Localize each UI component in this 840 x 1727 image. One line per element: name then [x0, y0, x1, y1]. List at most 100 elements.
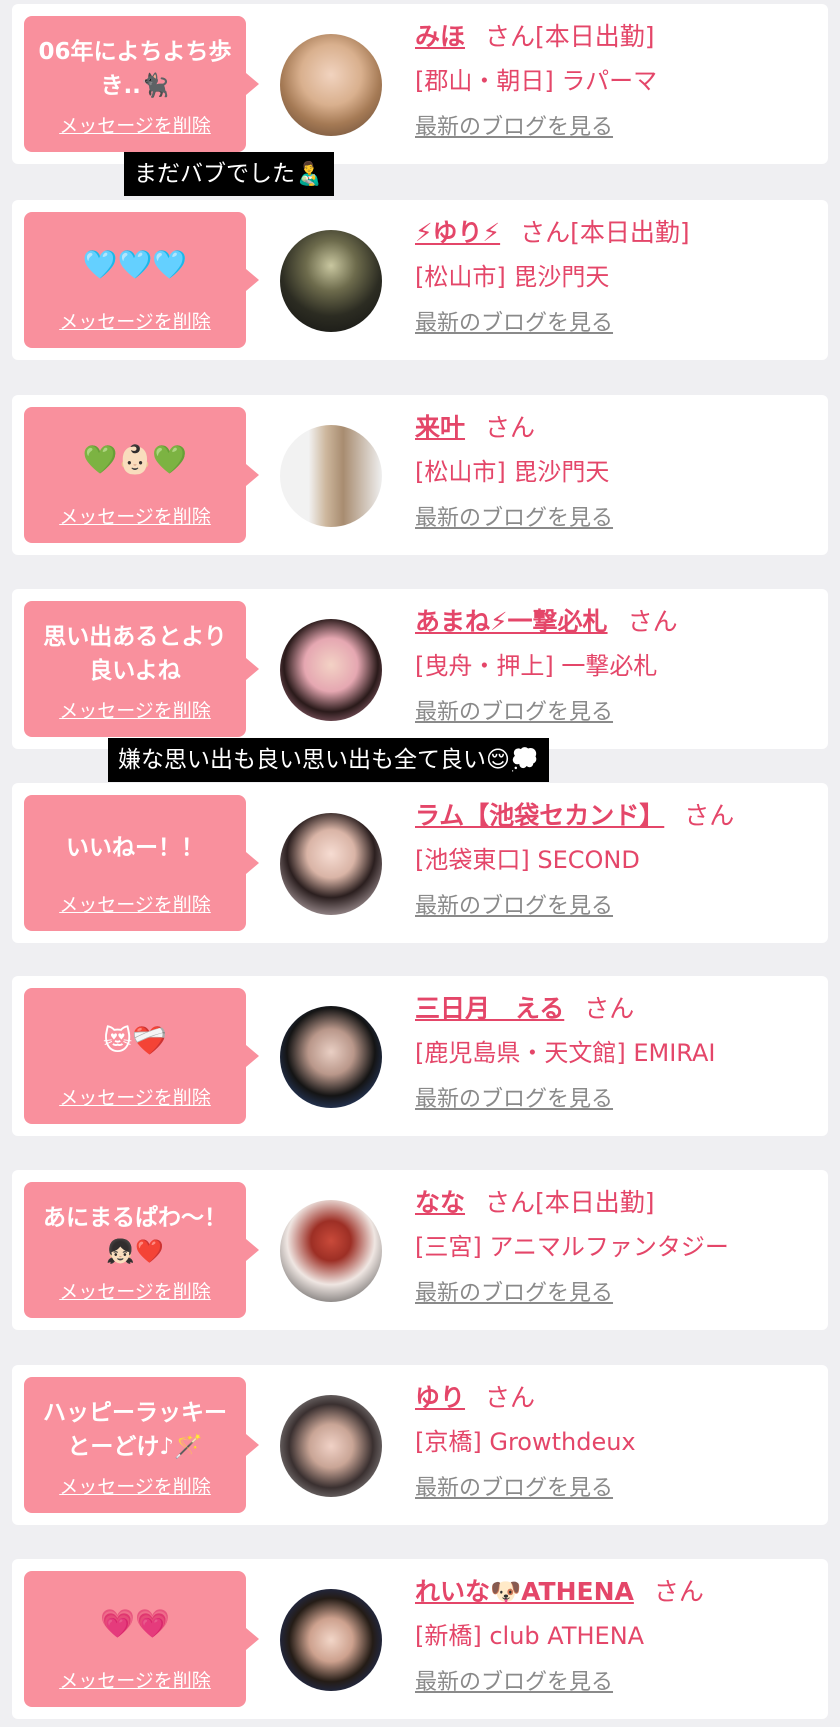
delete-message-link[interactable]: メッセージを削除	[24, 1472, 246, 1499]
shop-label: [三宮] アニマルファンタジー	[415, 1233, 729, 1261]
profile-info: ゆり さん [京橋] Growthdeux 最新のブログを見る	[415, 1379, 825, 1505]
delete-message-link[interactable]: メッセージを削除	[24, 1277, 246, 1304]
caption-overlay: 嫌な思い出も良い思い出も全て良い😌💭	[108, 738, 549, 782]
profile-info: れいな🐶ATHENA さん [新橋] club ATHENA 最新のブログを見る	[415, 1573, 825, 1699]
shop-label: [松山市] 毘沙門天	[415, 458, 610, 486]
name-line: 来叶 さん	[415, 409, 825, 447]
profile-info: ⚡ゆり⚡ さん[本日出勤] [松山市] 毘沙門天 最新のブログを見る	[415, 214, 825, 340]
profile-info: あまね⚡一撃必札 さん [曳舟・押上] 一撃必札 最新のブログを見る	[415, 603, 825, 729]
message-text: ハッピーラッキーとーどけ♪🪄	[43, 1400, 227, 1460]
latest-blog-link[interactable]: 最新のブログを見る	[415, 1084, 613, 1116]
message-bubble: あにまるぱわ〜！👧🏻❤️ メッセージを削除	[24, 1182, 259, 1318]
shop-label: [池袋東口] SECOND	[415, 846, 640, 874]
message-bubble: 💗💗 メッセージを削除	[24, 1571, 259, 1707]
message-bubble: 思い出あるとより良いよね メッセージを削除	[24, 601, 259, 737]
avatar[interactable]	[280, 425, 382, 527]
profile-info: みほ さん[本日出勤] [郡山・朝日] ラパーマ 最新のブログを見る	[415, 18, 825, 144]
san-suffix: さん	[485, 1188, 536, 1217]
latest-blog-link[interactable]: 最新のブログを見る	[415, 1667, 613, 1699]
delete-message-link[interactable]: メッセージを削除	[24, 1083, 246, 1110]
delete-message-link[interactable]: メッセージを削除	[24, 696, 246, 723]
profile-info: 三日月 える さん [鹿児島県・天文館] EMIRAI 最新のブログを見る	[415, 990, 825, 1116]
message-card: 思い出あるとより良いよね メッセージを削除 あまね⚡一撃必札 さん [曳舟・押上]…	[12, 589, 828, 749]
avatar[interactable]	[280, 1006, 382, 1108]
profile-name-link[interactable]: れいな🐶ATHENA	[415, 1577, 634, 1606]
message-card: 💗💗 メッセージを削除 れいな🐶ATHENA さん [新橋] club ATHEN…	[12, 1559, 828, 1719]
message-text: 💚👶🏻💚	[82, 443, 188, 476]
san-suffix: さん	[653, 1577, 704, 1606]
profile-name-link[interactable]: あまね⚡一撃必札	[415, 607, 608, 636]
latest-blog-link[interactable]: 最新のブログを見る	[415, 308, 613, 340]
profile-info: ラム【池袋セカンド】 さん [池袋東口] SECOND 最新のブログを見る	[415, 797, 825, 923]
message-text: 💗💗	[100, 1607, 170, 1640]
message-card: 😻❤️‍🩹 メッセージを削除 三日月 える さん [鹿児島県・天文館] EMIRA…	[12, 976, 828, 1136]
san-suffix: さん	[584, 994, 635, 1023]
name-line: ラム【池袋セカンド】 さん	[415, 797, 825, 835]
avatar[interactable]	[280, 34, 382, 136]
status-badge: [本日出勤]	[535, 1188, 655, 1217]
profile-name-link[interactable]: 来叶	[415, 413, 465, 442]
delete-message-link[interactable]: メッセージを削除	[24, 307, 246, 334]
delete-message-link[interactable]: メッセージを削除	[24, 111, 246, 138]
shop-label: [新橋] club ATHENA	[415, 1622, 645, 1650]
avatar[interactable]	[280, 1200, 382, 1302]
latest-blog-link[interactable]: 最新のブログを見る	[415, 1278, 613, 1310]
avatar[interactable]	[280, 1589, 382, 1691]
message-text: 🩵🩵🩵	[82, 248, 188, 281]
avatar[interactable]	[280, 230, 382, 332]
profile-name-link[interactable]: なな	[415, 1188, 465, 1217]
message-card: あにまるぱわ〜！👧🏻❤️ メッセージを削除 なな さん[本日出勤] [三宮] アニ…	[12, 1170, 828, 1330]
san-suffix: さん	[684, 801, 735, 830]
avatar[interactable]	[280, 1395, 382, 1497]
latest-blog-link[interactable]: 最新のブログを見る	[415, 503, 613, 535]
name-line: れいな🐶ATHENA さん	[415, 1573, 825, 1611]
name-line: ゆり さん	[415, 1379, 825, 1417]
profile-name-link[interactable]: ⚡ゆり⚡	[415, 218, 500, 247]
latest-blog-link[interactable]: 最新のブログを見る	[415, 112, 613, 144]
profile-name-link[interactable]: みほ	[415, 22, 465, 51]
profile-info: なな さん[本日出勤] [三宮] アニマルファンタジー 最新のブログを見る	[415, 1184, 825, 1310]
avatar[interactable]	[280, 619, 382, 721]
message-text: 06年によちよち歩き..🐈‍⬛	[38, 39, 232, 99]
san-suffix: さん	[520, 218, 571, 247]
san-suffix: さん	[485, 1383, 536, 1412]
message-text: あにまるぱわ〜！👧🏻❤️	[43, 1205, 227, 1265]
shop-label: [鹿児島県・天文館] EMIRAI	[415, 1039, 716, 1067]
message-card: 💚👶🏻💚 メッセージを削除 来叶 さん [松山市] 毘沙門天 最新のブログを見る	[12, 395, 828, 555]
latest-blog-link[interactable]: 最新のブログを見る	[415, 697, 613, 729]
san-suffix: さん	[627, 607, 678, 636]
delete-message-link[interactable]: メッセージを削除	[24, 1666, 246, 1693]
profile-info: 来叶 さん [松山市] 毘沙門天 最新のブログを見る	[415, 409, 825, 535]
name-line: 三日月 える さん	[415, 990, 825, 1028]
san-suffix: さん	[485, 22, 536, 51]
san-suffix: さん	[485, 413, 536, 442]
profile-name-link[interactable]: ゆり	[415, 1383, 465, 1412]
latest-blog-link[interactable]: 最新のブログを見る	[415, 1473, 613, 1505]
message-bubble: 💚👶🏻💚 メッセージを削除	[24, 407, 259, 543]
name-line: みほ さん[本日出勤]	[415, 18, 825, 56]
message-bubble: いいねー！！ メッセージを削除	[24, 795, 259, 931]
latest-blog-link[interactable]: 最新のブログを見る	[415, 891, 613, 923]
message-card: いいねー！！ メッセージを削除 ラム【池袋セカンド】 さん [池袋東口] SECO…	[12, 783, 828, 943]
shop-label: [曳舟・押上] 一撃必札	[415, 652, 658, 680]
message-bubble: ハッピーラッキーとーどけ♪🪄 メッセージを削除	[24, 1377, 259, 1513]
profile-name-link[interactable]: 三日月 える	[415, 994, 564, 1023]
delete-message-link[interactable]: メッセージを削除	[24, 890, 246, 917]
message-bubble: 06年によちよち歩き..🐈‍⬛ メッセージを削除	[24, 16, 259, 152]
message-text: 思い出あるとより良いよね	[43, 624, 227, 684]
name-line: あまね⚡一撃必札 さん	[415, 603, 825, 641]
delete-message-link[interactable]: メッセージを削除	[24, 502, 246, 529]
shop-label: [郡山・朝日] ラパーマ	[415, 67, 658, 95]
shop-label: [松山市] 毘沙門天	[415, 263, 610, 291]
message-card: 06年によちよち歩き..🐈‍⬛ メッセージを削除 みほ さん[本日出勤] [郡山・…	[12, 4, 828, 164]
profile-name-link[interactable]: ラム【池袋セカンド】	[415, 801, 664, 830]
message-card: 🩵🩵🩵 メッセージを削除 ⚡ゆり⚡ さん[本日出勤] [松山市] 毘沙門天 最新の…	[12, 200, 828, 360]
message-text: いいねー！！	[66, 835, 204, 861]
message-bubble: 🩵🩵🩵 メッセージを削除	[24, 212, 259, 348]
shop-label: [京橋] Growthdeux	[415, 1428, 636, 1456]
status-badge: [本日出勤]	[570, 218, 690, 247]
avatar[interactable]	[280, 813, 382, 915]
status-badge: [本日出勤]	[535, 22, 655, 51]
message-text: 😻❤️‍🩹	[102, 1024, 168, 1057]
caption-overlay: まだバブでした👨‍🍼	[124, 152, 334, 196]
